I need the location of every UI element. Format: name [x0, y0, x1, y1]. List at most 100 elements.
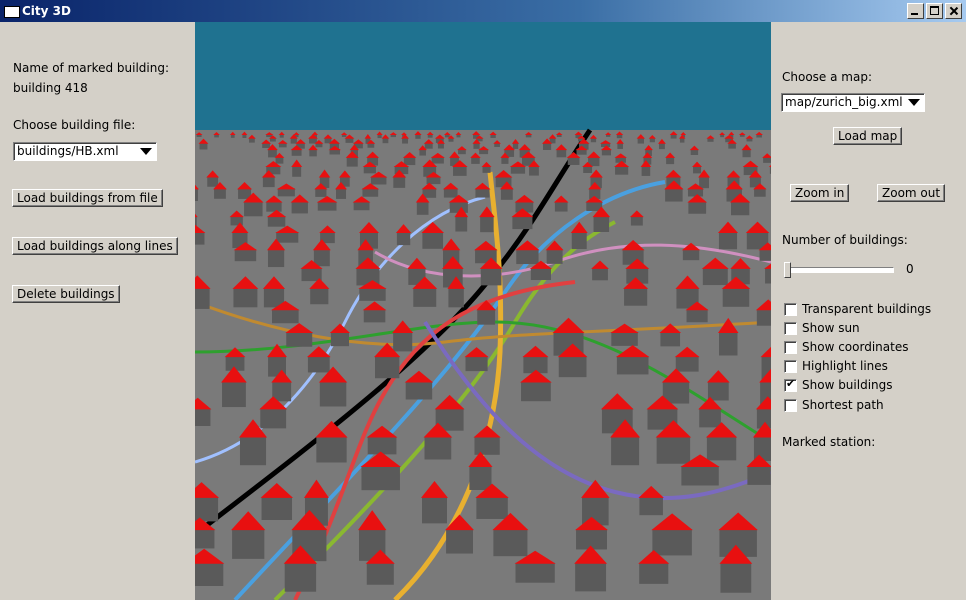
building-wall [530, 267, 551, 281]
building-wall [195, 529, 215, 549]
building-wall [195, 496, 219, 522]
building-wall [687, 188, 704, 197]
zoom-in-button[interactable]: Zoom in [790, 184, 850, 202]
load-buildings-from-file-button[interactable]: Load buildings from file [12, 189, 163, 207]
building-wall [267, 249, 285, 268]
building-wall [583, 166, 593, 173]
building-wall [469, 466, 492, 490]
slider-thumb[interactable] [784, 262, 791, 278]
building-wall [512, 216, 533, 230]
zoom-out-button[interactable]: Zoom out [877, 184, 946, 202]
window-title: City 3D [22, 4, 71, 18]
building-wall [542, 142, 552, 151]
number-of-buildings-slider[interactable] [784, 262, 894, 278]
choose-map-label: Choose a map: [782, 70, 872, 84]
show-coordinates-checkbox[interactable]: Show coordinates [784, 340, 908, 354]
transparent-buildings-checkbox[interactable]: Transparent buildings [784, 302, 931, 316]
close-button[interactable] [945, 3, 962, 19]
building-wall [262, 176, 275, 188]
building-file-select-value: buildings/HB.xml [17, 144, 119, 158]
maximize-button[interactable] [926, 3, 943, 19]
building-wall [576, 529, 607, 550]
building-wall [277, 188, 295, 197]
checkbox-box[interactable] [784, 321, 797, 335]
building-wall [195, 408, 211, 426]
building-wall [307, 356, 330, 373]
minimize-button[interactable] [907, 3, 924, 19]
building-wall [261, 496, 293, 520]
building-wall [707, 381, 729, 401]
building-wall [363, 309, 386, 323]
building-wall [268, 149, 277, 158]
building-wall [688, 201, 707, 214]
building-wall [554, 201, 568, 212]
building-wall [310, 287, 329, 305]
building-wall [656, 436, 691, 464]
load-buildings-along-lines-button[interactable]: Load buildings along lines [12, 237, 178, 255]
building-wall [500, 188, 513, 200]
highlight-lines-checkbox[interactable]: Highlight lines [784, 359, 888, 373]
checkbox-box[interactable] [784, 302, 797, 316]
building-wall [315, 188, 327, 197]
building-wall [267, 216, 286, 227]
checkbox-box[interactable] [784, 377, 797, 392]
marked-building-label: Name of marked building: [13, 61, 170, 75]
checkbox-box[interactable] [784, 340, 797, 354]
building-file-select[interactable]: buildings/HB.xml [13, 142, 157, 161]
checkbox-box[interactable] [784, 359, 797, 373]
building-wall [448, 287, 464, 308]
building-wall [516, 249, 539, 265]
building-wall [546, 249, 563, 264]
building-wall [284, 562, 317, 592]
checkbox-label: Shortest path [802, 398, 884, 412]
building-wall [422, 232, 444, 249]
building-wall [367, 436, 397, 455]
building-wall [575, 562, 607, 592]
building-wall [702, 267, 728, 286]
city-3d-scene[interactable] [195, 22, 771, 600]
show-sun-checkbox[interactable]: Show sun [784, 321, 860, 335]
building-wall [722, 287, 750, 307]
building-wall [359, 287, 386, 301]
chevron-down-icon [908, 99, 920, 106]
building-wall [317, 201, 337, 211]
building-wall [556, 149, 567, 158]
building-wall [446, 529, 474, 554]
checkbox-label: Show coordinates [802, 340, 909, 354]
slider-track [784, 267, 894, 273]
building-wall [366, 562, 394, 585]
building-wall [426, 176, 441, 185]
building-wall [665, 188, 683, 202]
checkbox-box[interactable] [784, 398, 797, 412]
number-of-buildings-value: 0 [906, 262, 914, 276]
building-wall [747, 466, 771, 485]
building-wall [482, 166, 491, 173]
building-wall [465, 356, 488, 372]
building-wall [493, 529, 528, 557]
city-3d-view[interactable] [195, 22, 771, 600]
building-wall [232, 529, 265, 559]
checkbox-label: Show sun [802, 321, 860, 335]
building-wall [480, 267, 502, 286]
building-wall [681, 466, 719, 486]
building-wall [291, 149, 302, 156]
building-wall [353, 201, 370, 211]
load-map-button[interactable]: Load map [833, 127, 903, 145]
left-panel [0, 22, 195, 600]
building-wall [244, 201, 263, 217]
building-wall [195, 562, 224, 586]
building-wall [275, 156, 284, 164]
building-wall [624, 287, 648, 306]
building-wall [405, 381, 433, 400]
building-wall [276, 232, 299, 243]
app-window-icon [4, 6, 20, 18]
show-buildings-checkbox[interactable]: Show buildings [784, 377, 893, 392]
building-wall [652, 529, 692, 556]
building-wall [675, 356, 699, 372]
building-wall [693, 166, 702, 174]
delete-buildings-button[interactable]: Delete buildings [12, 285, 120, 303]
shortest-path-checkbox[interactable]: Shortest path [784, 398, 884, 412]
building-wall [362, 188, 379, 197]
map-select[interactable]: map/zurich_big.xml [781, 93, 925, 112]
building-wall [639, 562, 669, 584]
